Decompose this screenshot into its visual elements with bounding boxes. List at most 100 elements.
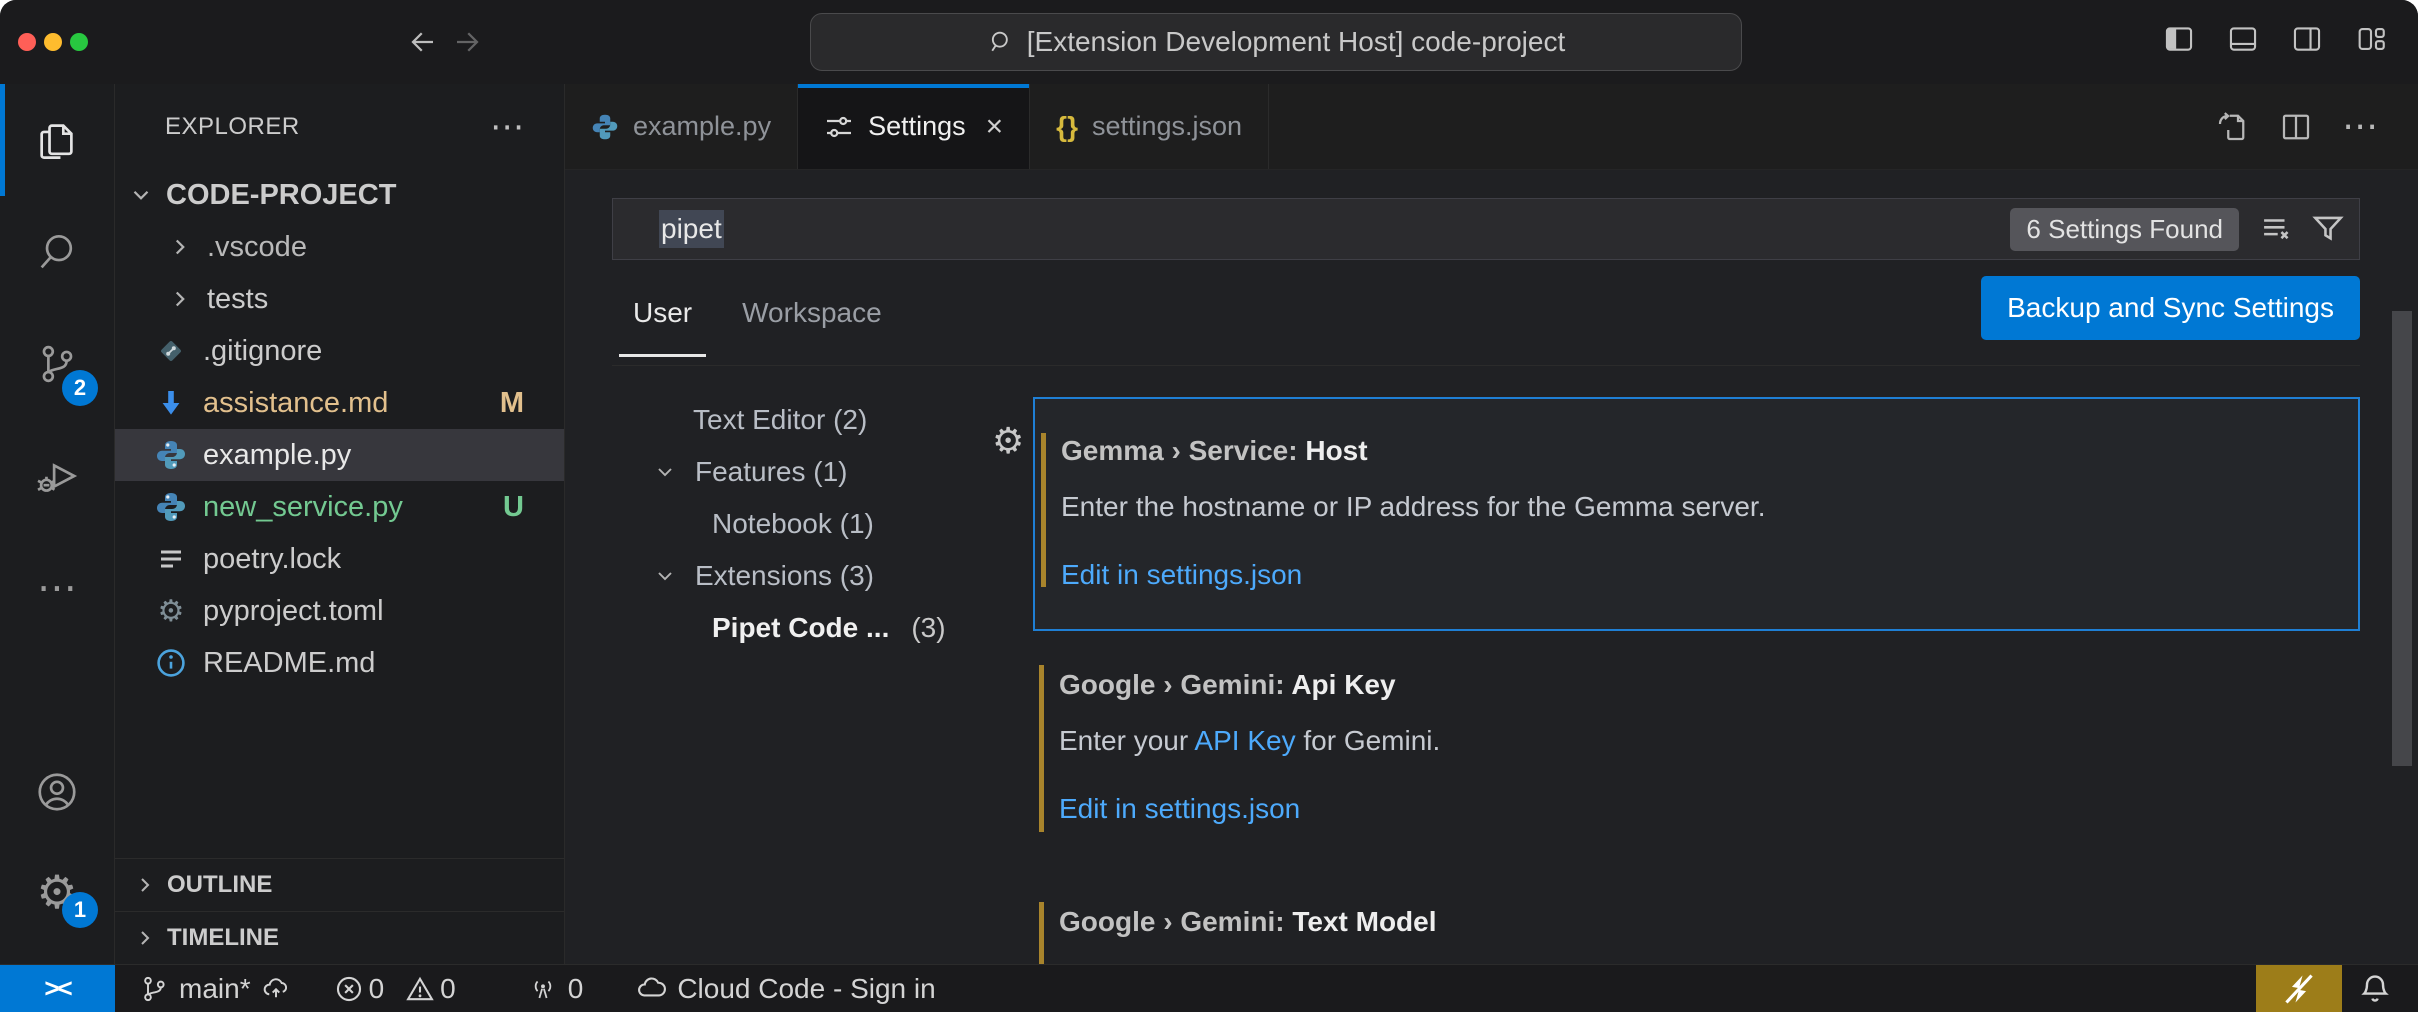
search-icon xyxy=(987,28,1015,56)
chevron-right-icon xyxy=(167,234,193,260)
tab-bar: example.py Settings × {} settings.json xyxy=(565,84,2418,170)
git-file-icon xyxy=(155,335,187,367)
toc-pipet-code[interactable]: Pipet Code ...(3) xyxy=(565,602,990,654)
zoom-window-button[interactable] xyxy=(70,33,88,51)
setting-google-gemini-api-key[interactable]: Google › Gemini: Api Key Enter your API … xyxy=(1033,651,2360,856)
toml-gear-icon: ⚙ xyxy=(155,594,187,629)
vscode-window: [Extension Development Host] code-projec… xyxy=(0,0,2418,1012)
activity-settings[interactable]: ⚙ 1 xyxy=(0,842,114,942)
info-file-icon xyxy=(155,647,187,679)
settings-sliders-icon xyxy=(824,112,854,142)
activity-bar: 2 ⋯ ⚙ 1 xyxy=(0,84,115,964)
settings-search-input[interactable]: pipet 6 Settings Found xyxy=(612,198,2360,260)
open-settings-json-icon[interactable] xyxy=(2214,109,2250,145)
chevron-right-icon xyxy=(167,286,193,312)
branch-status-item[interactable]: main* xyxy=(139,973,291,1005)
activity-more[interactable]: ⋯ xyxy=(0,532,114,644)
tree-item-example-py[interactable]: example.py xyxy=(115,429,564,481)
git-branch-icon xyxy=(139,974,169,1004)
outline-section[interactable]: OUTLINE xyxy=(115,858,564,911)
json-braces-icon: {} xyxy=(1056,111,1078,143)
setting-title: Google › Gemini: Text Model xyxy=(1059,906,2330,938)
backup-sync-settings-button[interactable]: Backup and Sync Settings xyxy=(1981,276,2360,340)
toggle-panel-icon[interactable] xyxy=(2226,22,2260,56)
tab-settings[interactable]: Settings × xyxy=(798,84,1030,169)
results-count-badge: 6 Settings Found xyxy=(2010,208,2239,251)
ports-status-item[interactable]: 0 xyxy=(528,973,584,1005)
tab-example-py[interactable]: example.py xyxy=(565,84,798,169)
problems-status-item[interactable]: 0 0 xyxy=(335,973,472,1005)
settings-toc: Text Editor (2) Features (1) Notebook (1… xyxy=(565,366,990,964)
chevron-down-icon xyxy=(653,564,677,588)
title-bar: [Extension Development Host] code-projec… xyxy=(0,0,2418,84)
error-icon xyxy=(335,975,363,1003)
setting-gemma-service-host[interactable]: Gemma › Service: Host Enter the hostname… xyxy=(1033,397,2360,631)
settings-scrollbar[interactable] xyxy=(2392,311,2412,766)
python-file-icon xyxy=(155,491,187,523)
scope-tab-workspace[interactable]: Workspace xyxy=(742,260,882,365)
minimize-window-button[interactable] xyxy=(44,33,62,51)
toggle-secondary-sidebar-icon[interactable] xyxy=(2290,22,2324,56)
debug-disconnect-status-item[interactable] xyxy=(2256,965,2342,1012)
bell-icon xyxy=(2359,973,2391,1005)
setting-description: Enter the hostname or IP address for the… xyxy=(1061,491,2328,523)
close-window-button[interactable] xyxy=(18,33,36,51)
ellipsis-icon: ⋯ xyxy=(37,565,77,611)
activity-run-debug[interactable] xyxy=(0,420,114,532)
modified-indicator xyxy=(1041,433,1046,587)
account-icon xyxy=(34,769,80,815)
customize-layout-icon[interactable] xyxy=(2354,22,2388,56)
settings-search-value: pipet xyxy=(659,210,724,248)
clear-search-filters-icon[interactable] xyxy=(2259,212,2293,246)
chevron-down-icon xyxy=(653,460,677,484)
setting-description: Enter your API Key for Gemini. xyxy=(1059,725,2330,757)
ports-count: 0 xyxy=(568,973,584,1005)
cloud-icon xyxy=(635,973,667,1005)
timeline-section[interactable]: TIMELINE xyxy=(115,911,564,964)
tree-item-poetry-lock[interactable]: poetry.lock xyxy=(115,533,564,585)
notifications-status-item[interactable] xyxy=(2342,965,2408,1012)
back-icon[interactable] xyxy=(408,27,438,57)
cloud-code-status-item[interactable]: Cloud Code - Sign in xyxy=(635,973,935,1005)
command-center[interactable]: [Extension Development Host] code-projec… xyxy=(810,13,1742,71)
chevron-right-icon xyxy=(133,873,157,897)
edit-in-settings-json-link[interactable]: Edit in settings.json xyxy=(1061,559,1302,591)
settings-badge: 1 xyxy=(62,892,98,928)
remote-indicator[interactable]: >< xyxy=(0,965,115,1012)
scope-tab-user[interactable]: User xyxy=(633,260,692,365)
tree-item-pyproject-toml[interactable]: ⚙ pyproject.toml xyxy=(115,585,564,637)
toggle-primary-sidebar-icon[interactable] xyxy=(2162,22,2196,56)
toc-features[interactable]: Features (1) xyxy=(565,446,990,498)
tree-item-tests[interactable]: tests xyxy=(115,273,564,325)
tree-item-assistance-md[interactable]: assistance.md M xyxy=(115,377,564,429)
tab-settings-json[interactable]: {} settings.json xyxy=(1030,84,1269,169)
tree-item-vscode[interactable]: .vscode xyxy=(115,221,564,273)
close-tab-icon[interactable]: × xyxy=(986,110,1004,144)
toc-extensions[interactable]: Extensions (3) xyxy=(565,550,990,602)
activity-source-control[interactable]: 2 xyxy=(0,308,114,420)
error-count: 0 xyxy=(369,973,385,1005)
toc-text-editor[interactable]: Text Editor (2) xyxy=(565,394,990,446)
activity-accounts[interactable] xyxy=(0,742,114,842)
setting-actions-gear-icon[interactable]: ⚙ xyxy=(992,424,1024,460)
debug-disconnect-icon xyxy=(2282,972,2316,1006)
tree-item-readme-md[interactable]: README.md xyxy=(115,637,564,689)
activity-explorer[interactable] xyxy=(0,84,114,196)
python-file-icon xyxy=(155,439,187,471)
remote-icon: >< xyxy=(44,973,70,1004)
split-editor-icon[interactable] xyxy=(2278,109,2314,145)
window-controls xyxy=(18,33,88,51)
activity-search[interactable] xyxy=(0,196,114,308)
edit-in-settings-json-link[interactable]: Edit in settings.json xyxy=(1059,793,1300,825)
forward-icon[interactable] xyxy=(452,27,482,57)
tree-item-new-service-py[interactable]: new_service.py U xyxy=(115,481,564,533)
setting-title: Google › Gemini: Api Key xyxy=(1059,669,2330,701)
tree-root-code-project[interactable]: CODE-PROJECT xyxy=(115,169,564,221)
lock-file-icon xyxy=(155,543,187,575)
api-key-link[interactable]: API Key xyxy=(1194,725,1295,756)
setting-google-gemini-text-model[interactable]: Google › Gemini: Text Model xyxy=(1033,892,2360,964)
tree-item-gitignore[interactable]: .gitignore xyxy=(115,325,564,377)
toc-notebook[interactable]: Notebook (1) xyxy=(565,498,990,550)
filter-icon[interactable] xyxy=(2311,212,2345,246)
modified-indicator xyxy=(1039,665,1044,832)
